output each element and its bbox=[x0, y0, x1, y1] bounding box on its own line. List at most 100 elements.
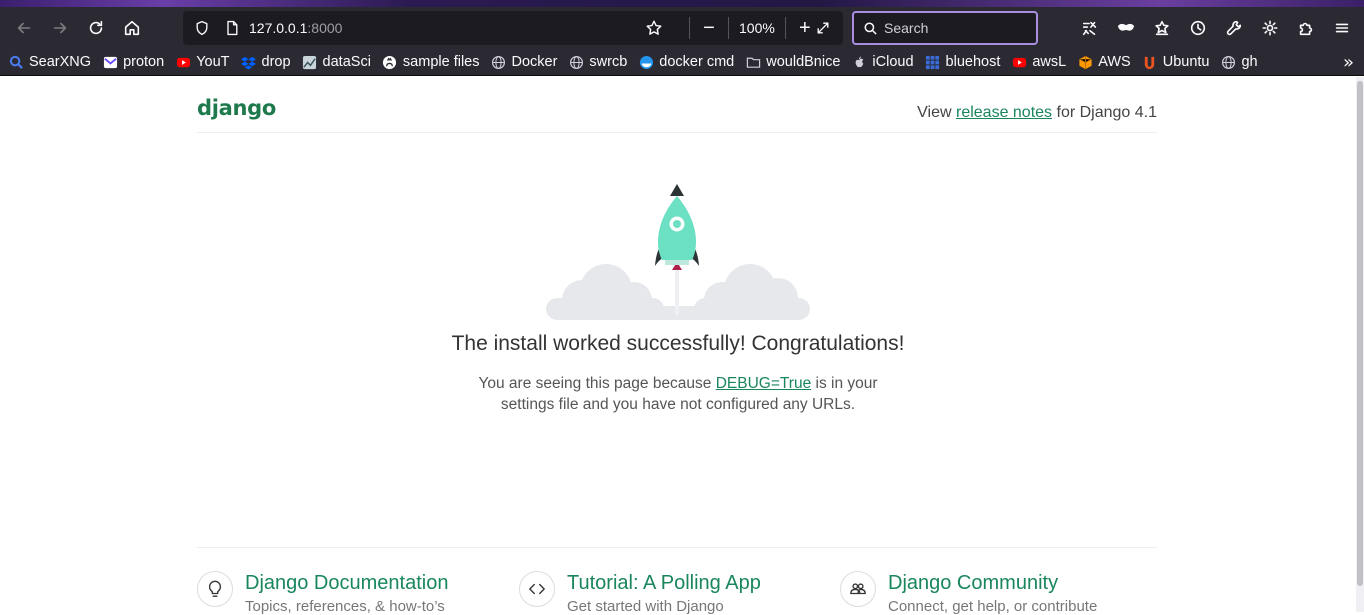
window-accent-strip bbox=[0, 0, 1364, 7]
sparkle-extension-icon bbox=[1082, 21, 1097, 36]
apple-icon bbox=[851, 54, 867, 70]
zoom-controls: − 100% + bbox=[683, 11, 818, 45]
bookmark-label: AWS bbox=[1098, 54, 1131, 70]
scrollbar-thumb[interactable] bbox=[1357, 81, 1363, 586]
bookmark-label: sample files bbox=[402, 54, 480, 70]
search-input[interactable] bbox=[884, 20, 1024, 36]
search-box[interactable] bbox=[852, 11, 1038, 45]
wrench-icon bbox=[1226, 20, 1242, 36]
page-info-icon[interactable] bbox=[217, 20, 247, 36]
reload-icon bbox=[89, 20, 103, 35]
bookmark-docker[interactable]: Docker bbox=[490, 54, 557, 70]
bookmark-label: SearXNG bbox=[29, 54, 92, 70]
zoom-level[interactable]: 100% bbox=[735, 20, 779, 36]
rocket-nose bbox=[670, 184, 684, 196]
home-button[interactable] bbox=[114, 10, 150, 46]
gear-icon bbox=[1262, 20, 1278, 36]
datasci-icon bbox=[302, 54, 318, 70]
bookmark-label: bluehost bbox=[945, 54, 1001, 70]
extension-button[interactable] bbox=[1072, 10, 1108, 46]
page-content: django View release notes for Django 4.1… bbox=[0, 77, 1364, 615]
mask-icon bbox=[1117, 24, 1135, 31]
youtube-icon bbox=[175, 54, 191, 70]
bookmark-aws[interactable]: AWS bbox=[1077, 54, 1131, 70]
bookmark-drop[interactable]: drop bbox=[241, 54, 291, 70]
release-suffix: for Django 4.1 bbox=[1052, 104, 1157, 121]
clock-icon bbox=[1190, 20, 1206, 36]
url-port: :8000 bbox=[307, 20, 343, 36]
ubuntu-icon bbox=[1142, 54, 1158, 70]
menu-button[interactable] bbox=[1324, 10, 1360, 46]
docker-icon bbox=[638, 54, 654, 70]
globe-icon bbox=[490, 54, 506, 70]
bookmark-star-button[interactable] bbox=[645, 11, 663, 45]
bookmark-proton[interactable]: proton bbox=[102, 54, 164, 70]
bookmark-bluehost[interactable]: bluehost bbox=[925, 54, 1001, 70]
bookmark-datasci[interactable]: dataSci bbox=[302, 54, 371, 70]
private-mode-button[interactable] bbox=[1108, 10, 1144, 46]
history-button[interactable] bbox=[1180, 10, 1216, 46]
folder-icon bbox=[745, 54, 761, 70]
sub-line-2: settings file and you have not configure… bbox=[500, 396, 856, 413]
bookmark-label: gh bbox=[1241, 54, 1258, 70]
settings-button[interactable] bbox=[1252, 10, 1288, 46]
bookmark-gh[interactable]: gh bbox=[1220, 54, 1258, 70]
bookmark-wouldbnice[interactable]: wouldBnice bbox=[745, 54, 840, 70]
shield-icon[interactable] bbox=[187, 20, 217, 36]
back-button[interactable] bbox=[6, 10, 42, 46]
extensions-button[interactable] bbox=[1288, 10, 1324, 46]
release-notes-link[interactable]: release notes bbox=[956, 104, 1052, 121]
bookmark-searxng[interactable]: SearXNG bbox=[8, 54, 91, 70]
zoom-divider bbox=[728, 17, 729, 39]
django-header: django View release notes for Django 4.1 bbox=[197, 92, 1157, 133]
zoom-divider bbox=[689, 17, 690, 39]
card-subtitle: Connect, get help, or contribute bbox=[888, 598, 1098, 615]
card-subtitle: Topics, references, & how-to’s bbox=[245, 598, 445, 615]
card-title[interactable]: Django Community bbox=[888, 572, 1097, 595]
card-tutorial[interactable]: Tutorial: A Polling App Get started with… bbox=[519, 571, 761, 615]
search-icon bbox=[8, 54, 24, 70]
reload-button[interactable] bbox=[78, 10, 114, 46]
sub-prefix: You are seeing this page because bbox=[478, 375, 716, 392]
devtools-button[interactable] bbox=[1216, 10, 1252, 46]
card-documentation[interactable]: Django Documentation Topics, references,… bbox=[197, 571, 448, 615]
zoom-out-button[interactable]: − bbox=[696, 18, 722, 38]
bookmark-label: Docker bbox=[511, 54, 558, 70]
release-prefix: View bbox=[917, 104, 956, 121]
card-title[interactable]: Tutorial: A Polling App bbox=[567, 572, 761, 595]
django-logo[interactable]: django bbox=[197, 96, 276, 120]
bookmark-ubuntu[interactable]: Ubuntu bbox=[1142, 54, 1210, 70]
bookmark-label: awsL bbox=[1032, 54, 1067, 70]
url-bar[interactable]: 127.0.0.1:8000 − 100% + bbox=[183, 11, 843, 45]
bookmark-docker-cmd[interactable]: docker cmd bbox=[638, 54, 734, 70]
bookmark-icloud[interactable]: iCloud bbox=[851, 54, 914, 70]
bookmark-awsl[interactable]: awsL bbox=[1011, 54, 1066, 70]
debug-explanation: You are seeing this page because DEBUG=T… bbox=[0, 373, 1356, 415]
sub-mid: is in your bbox=[811, 375, 878, 392]
pocket-button[interactable] bbox=[1144, 10, 1180, 46]
bookmark-label: docker cmd bbox=[659, 54, 735, 70]
zoom-divider bbox=[784, 17, 786, 39]
bookmark-sample-files[interactable]: sample files bbox=[382, 54, 480, 70]
debug-settings-link[interactable]: DEBUG=True bbox=[716, 375, 811, 392]
arrow-right-icon bbox=[53, 22, 67, 34]
bookmarks-overflow-chevron-icon[interactable]: » bbox=[1343, 49, 1354, 76]
code-icon bbox=[519, 571, 555, 607]
card-community[interactable]: Django Community Connect, get help, or c… bbox=[840, 571, 1097, 615]
bookmark-swrcb[interactable]: swrcb bbox=[568, 54, 627, 70]
card-title[interactable]: Django Documentation bbox=[245, 572, 448, 595]
bookmark-yout[interactable]: YouT bbox=[175, 54, 230, 70]
url-text[interactable]: 127.0.0.1:8000 bbox=[249, 20, 342, 36]
forward-button[interactable] bbox=[42, 10, 78, 46]
bluehost-icon bbox=[925, 54, 941, 70]
release-notes-text: View release notes for Django 4.1 bbox=[917, 104, 1157, 122]
fullscreen-button[interactable] bbox=[815, 11, 831, 45]
success-headline: The install worked successfully! Congrat… bbox=[451, 332, 905, 355]
bookmarks-toolbar: SearXNG proton YouT drop dataSci sample files… bbox=[0, 49, 1364, 76]
bookmark-label: Ubuntu bbox=[1162, 54, 1210, 70]
page-scrollbar[interactable] bbox=[1356, 77, 1364, 612]
bookmark-label: swrcb bbox=[589, 54, 628, 70]
zoom-in-button[interactable]: + bbox=[792, 18, 818, 38]
card-subtitle: Get started with Django bbox=[567, 598, 724, 615]
dropbox-icon bbox=[241, 54, 257, 70]
